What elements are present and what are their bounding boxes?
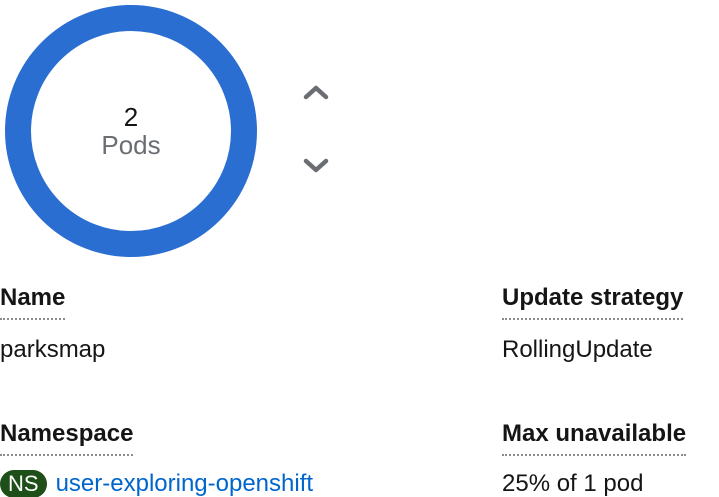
namespace-label[interactable]: Namespace bbox=[0, 420, 134, 456]
name-label-text: Name bbox=[0, 284, 66, 320]
deployment-details-page: 2 Pods Name parksmap Update strategy Rol… bbox=[0, 0, 719, 497]
namespace-link[interactable]: user-exploring-openshift bbox=[56, 470, 313, 497]
pod-ring-chart: 2 Pods bbox=[0, 0, 262, 262]
namespace-label-text: Namespace bbox=[0, 420, 134, 456]
name-label[interactable]: Name bbox=[0, 284, 66, 320]
scale-up-button[interactable] bbox=[296, 74, 336, 110]
namespace-badge: NS bbox=[0, 470, 47, 497]
scale-down-button[interactable] bbox=[296, 148, 336, 184]
namespace-value: NS user-exploring-openshift bbox=[0, 468, 313, 497]
pod-ring-arc bbox=[5, 5, 257, 257]
update-strategy-label[interactable]: Update strategy bbox=[502, 284, 684, 320]
name-value: parksmap bbox=[0, 336, 106, 363]
chevron-up-icon bbox=[303, 85, 329, 100]
max-unavailable-value: 25% of 1 pod bbox=[502, 470, 644, 497]
max-unavailable-label[interactable]: Max unavailable bbox=[502, 420, 687, 456]
update-strategy-value: RollingUpdate bbox=[502, 336, 653, 363]
pod-ring bbox=[5, 5, 257, 257]
max-unavailable-label-text: Max unavailable bbox=[502, 420, 687, 456]
update-strategy-label-text: Update strategy bbox=[502, 284, 684, 320]
chevron-down-icon bbox=[303, 158, 329, 173]
